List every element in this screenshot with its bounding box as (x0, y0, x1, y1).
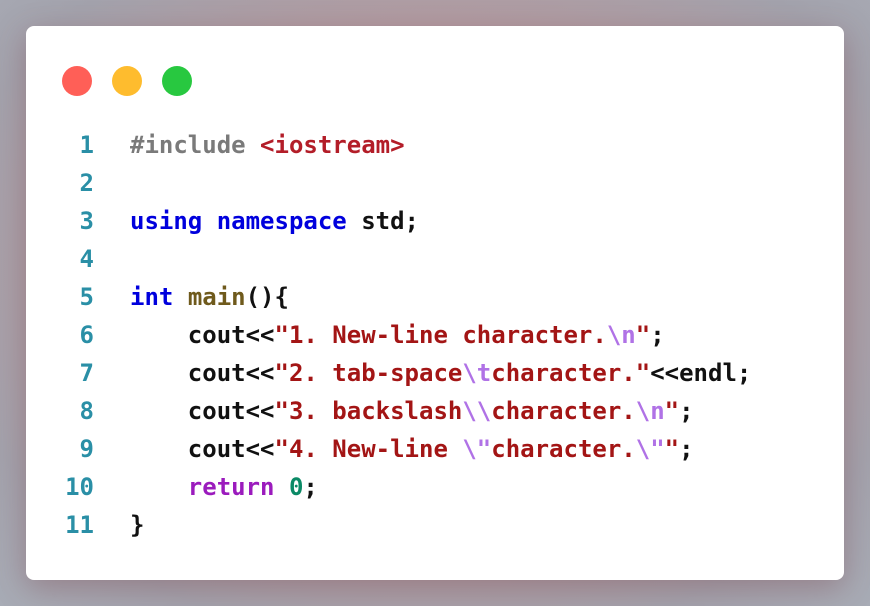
code-token: 0 (288, 473, 304, 501)
line-number: 8 (79, 397, 94, 425)
code-token: <iostream> (260, 131, 405, 159)
maximize-dot-icon[interactable] (162, 66, 192, 96)
line-number: 3 (79, 207, 94, 235)
code-token: int (130, 283, 174, 311)
code-token: cout<< (130, 321, 275, 349)
line-number: 4 (79, 245, 94, 273)
code-token: " (664, 435, 680, 463)
code-text: cout<<"4. New-line \"character.\""; (130, 430, 694, 468)
code-token: character. (491, 397, 636, 425)
code-token: " (635, 321, 651, 349)
code-token: \" (635, 435, 665, 463)
code-token: \n (635, 397, 665, 425)
code-text: return 0; (130, 468, 318, 506)
code-text: cout<<"3. backslash\\character.\n"; (130, 392, 694, 430)
code-token: std; (346, 207, 419, 235)
code-token: ; (679, 435, 694, 463)
minimize-dot-icon[interactable] (112, 66, 142, 96)
code-token: (){ (245, 283, 289, 311)
code-token: \t (462, 359, 492, 387)
code-text: cout<<"2. tab-space\tcharacter."<<endl; (130, 354, 752, 392)
code-token: ; (679, 397, 694, 425)
line-number: 11 (65, 511, 94, 539)
line-number: 9 (79, 435, 94, 463)
code-text: #include <iostream> (130, 126, 405, 164)
code-token: character." (491, 359, 651, 387)
code-token: "4. New-line (274, 435, 463, 463)
code-token: <<endl; (650, 359, 752, 387)
line-number: 7 (79, 359, 94, 387)
code-text: } (130, 506, 144, 544)
code-token: } (130, 511, 145, 539)
code-token: \\ (462, 397, 492, 425)
code-text: cout<<"1. New-line character.\n"; (130, 316, 665, 354)
line-number: 1 (79, 131, 94, 159)
code-text: int main(){ (130, 278, 289, 316)
line-number: 5 (79, 283, 94, 311)
code-token: "2. tab-space (274, 359, 463, 387)
code-token: using (130, 207, 203, 235)
code-token: main (187, 283, 246, 311)
close-dot-icon[interactable] (62, 66, 92, 96)
code-token: ; (303, 473, 318, 501)
code-token: cout<< (130, 359, 275, 387)
code-token: "1. New-line character. (274, 321, 607, 349)
code-token: namespace (216, 207, 347, 235)
code-token: \n (606, 321, 636, 349)
code-token: #include (130, 131, 261, 159)
code-window: 1 #include <iostream> 2 3 using namespace st… (26, 26, 844, 580)
code-token: return (187, 473, 275, 501)
line-number: 10 (65, 473, 94, 501)
code-token: ; (650, 321, 665, 349)
code-token: " (664, 397, 680, 425)
line-number: 6 (79, 321, 94, 349)
line-number: 2 (79, 169, 94, 197)
code-token: cout<< (130, 397, 275, 425)
code-token: character. (491, 435, 636, 463)
code-token: \" (462, 435, 492, 463)
code-text: using namespace std; (130, 202, 419, 240)
code-token: cout<< (130, 435, 275, 463)
code-token: "3. backslash (274, 397, 463, 425)
